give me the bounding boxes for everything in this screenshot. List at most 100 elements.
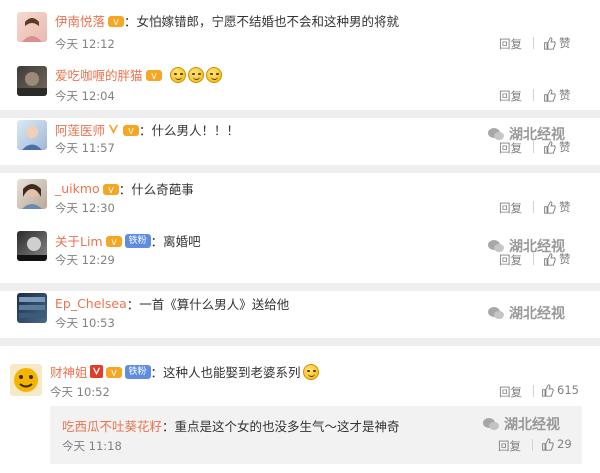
vip-badge-icon: V bbox=[105, 365, 122, 379]
vip-badge-icon: V bbox=[145, 68, 162, 82]
vip-badge-icon: V bbox=[123, 123, 140, 137]
avatar[interactable] bbox=[17, 12, 47, 42]
watermark-label: 湖北经视 bbox=[504, 417, 560, 433]
comment-time: 今天 12:30 bbox=[55, 201, 115, 215]
comment-time: 今天 12:29 bbox=[55, 253, 115, 267]
divider bbox=[533, 89, 534, 101]
comment-text: ：离婚吧 bbox=[150, 234, 201, 249]
like-label: 赞 bbox=[559, 252, 571, 266]
comment-block-3: _uikmo V ：什么奇葩事 今天 12:30 回复 赞 关于Lim V 铁粉… bbox=[0, 173, 600, 283]
smile-emoji-icon bbox=[169, 66, 186, 83]
user-name-link[interactable]: Ep_Chelsea bbox=[55, 296, 127, 311]
wechat-icon bbox=[488, 128, 504, 140]
comment-line: 财神姐 V 铁粉 ：这种人也能娶到老婆系列 bbox=[50, 362, 319, 381]
comment-text: ：女怕嫁错郎，宁愿不结婚也不会和这种男的将就 bbox=[124, 14, 400, 29]
thumb-up-icon bbox=[542, 437, 554, 451]
like-label: 赞 bbox=[559, 88, 571, 102]
like-button[interactable]: 615 bbox=[541, 383, 579, 397]
comment-time: 今天 12:04 bbox=[55, 89, 115, 103]
user-name-link[interactable]: 爱吃咖喱的胖猫 bbox=[55, 65, 143, 84]
verified-v-icon bbox=[108, 124, 119, 135]
like-button[interactable]: 赞 bbox=[543, 35, 571, 51]
avatar[interactable] bbox=[17, 231, 47, 261]
user-name-link[interactable]: 财神姐 bbox=[50, 362, 88, 381]
svg-text:V: V bbox=[151, 72, 157, 81]
sub-reply-line: 吃西瓜不吐葵花籽 ：重点是这个女的也没多生气～这才是神奇 bbox=[62, 416, 400, 435]
like-label: 赞 bbox=[559, 200, 571, 214]
comment-line: _uikmo V ：什么奇葩事 bbox=[55, 179, 194, 198]
user-name-link[interactable]: 关于Lim bbox=[55, 231, 103, 250]
avatar[interactable] bbox=[17, 179, 47, 209]
comment-time: 今天 12:12 bbox=[55, 37, 115, 51]
svg-text:V: V bbox=[111, 369, 117, 378]
like-label: 赞 bbox=[559, 140, 571, 154]
reply-button[interactable]: 回复 bbox=[499, 88, 522, 104]
reply-button[interactable]: 回复 bbox=[499, 36, 522, 52]
vip-badge-icon: V bbox=[105, 234, 122, 248]
comment-time: 今天 11:57 bbox=[55, 141, 115, 155]
divider bbox=[533, 37, 534, 49]
thumb-up-icon bbox=[544, 36, 556, 50]
comment-time: 今天 10:52 bbox=[50, 385, 110, 399]
watermark: 湖北经视 bbox=[487, 303, 565, 323]
sub-reply-box: 吃西瓜不吐葵花籽 ：重点是这个女的也没多生气～这才是神奇 今天 11:18 湖北… bbox=[50, 406, 582, 464]
comment-line: 爱吃咖喱的胖猫 V bbox=[55, 65, 222, 84]
comment-block-5: 财神姐 V 铁粉 ：这种人也能娶到老婆系列 今天 10:52 回复 615 吃西… bbox=[0, 346, 600, 473]
avatar[interactable] bbox=[17, 293, 47, 323]
like-button[interactable]: 29 bbox=[541, 437, 572, 451]
reply-button[interactable]: 回复 bbox=[499, 384, 522, 400]
thumb-up-icon bbox=[542, 383, 554, 397]
separator bbox=[0, 283, 600, 291]
watermark: 湖北经视 bbox=[482, 414, 560, 434]
like-button[interactable]: 赞 bbox=[543, 139, 571, 155]
like-button[interactable]: 赞 bbox=[543, 87, 571, 103]
watermark-label: 湖北经视 bbox=[509, 306, 565, 322]
divider bbox=[533, 385, 534, 397]
reply-button[interactable]: 回复 bbox=[499, 200, 522, 216]
like-count: 615 bbox=[557, 383, 579, 397]
wechat-icon bbox=[488, 307, 504, 319]
user-name-link[interactable]: 阿莲医师 bbox=[55, 120, 105, 139]
vip-badge-icon: V bbox=[108, 14, 125, 28]
like-label: 赞 bbox=[559, 36, 571, 50]
reply-button[interactable]: 回复 bbox=[498, 438, 521, 454]
smile-emoji-icon bbox=[302, 363, 319, 380]
svg-text:V: V bbox=[128, 127, 134, 136]
comment-block-2: 阿莲医师 V ：什么男人！！！ 今天 11:57 湖北经视 回复 赞 bbox=[0, 118, 600, 165]
sub-reply-time: 今天 11:18 bbox=[62, 439, 122, 453]
comment-text: ：什么奇葩事 bbox=[118, 182, 194, 197]
comment-text: ：这种人也能娶到老婆系列 bbox=[150, 365, 301, 380]
svg-text:V: V bbox=[111, 238, 117, 247]
avatar[interactable] bbox=[17, 120, 47, 150]
fan-badge: 铁粉 bbox=[124, 233, 151, 248]
fan-badge: 铁粉 bbox=[124, 364, 151, 379]
avatar[interactable] bbox=[17, 66, 47, 96]
svg-text:V: V bbox=[108, 186, 114, 195]
avatar[interactable] bbox=[10, 364, 42, 396]
user-name-link[interactable]: 吃西瓜不吐葵花籽 bbox=[62, 416, 162, 435]
comment-line: 阿莲医师 V ：什么男人！！！ bbox=[55, 120, 239, 139]
separator bbox=[0, 338, 600, 346]
comment-text: ：什么男人！！！ bbox=[139, 123, 240, 138]
reply-button[interactable]: 回复 bbox=[499, 252, 522, 268]
like-button[interactable]: 赞 bbox=[543, 251, 571, 267]
separator bbox=[0, 165, 600, 173]
smile-emoji-icon bbox=[205, 66, 222, 83]
reply-button[interactable]: 回复 bbox=[499, 140, 522, 156]
comment-line: Ep_Chelsea ：一首《算什么男人》送给他 bbox=[55, 294, 289, 313]
comment-block-1: 伊南悦落 V ：女怕嫁错郎，宁愿不结婚也不会和这种男的将就 今天 12:12 回… bbox=[0, 0, 600, 110]
like-count: 29 bbox=[557, 437, 572, 451]
thumb-up-icon bbox=[544, 140, 556, 154]
divider bbox=[533, 253, 534, 265]
comment-line: 伊南悦落 V ：女怕嫁错郎，宁愿不结婚也不会和这种男的将就 bbox=[55, 11, 399, 30]
user-name-link[interactable]: 伊南悦落 bbox=[55, 11, 105, 30]
thumb-up-icon bbox=[544, 88, 556, 102]
svg-text:V: V bbox=[113, 18, 119, 27]
user-name-link[interactable]: _uikmo bbox=[55, 181, 100, 196]
wechat-icon bbox=[488, 240, 504, 252]
verified-v-icon bbox=[89, 365, 103, 378]
comment-line: 关于Lim V 铁粉 ：离婚吧 bbox=[55, 231, 201, 250]
divider bbox=[533, 201, 534, 213]
comment-block-4: Ep_Chelsea ：一首《算什么男人》送给他 今天 10:53 湖北经视 bbox=[0, 291, 600, 338]
like-button[interactable]: 赞 bbox=[543, 199, 571, 215]
